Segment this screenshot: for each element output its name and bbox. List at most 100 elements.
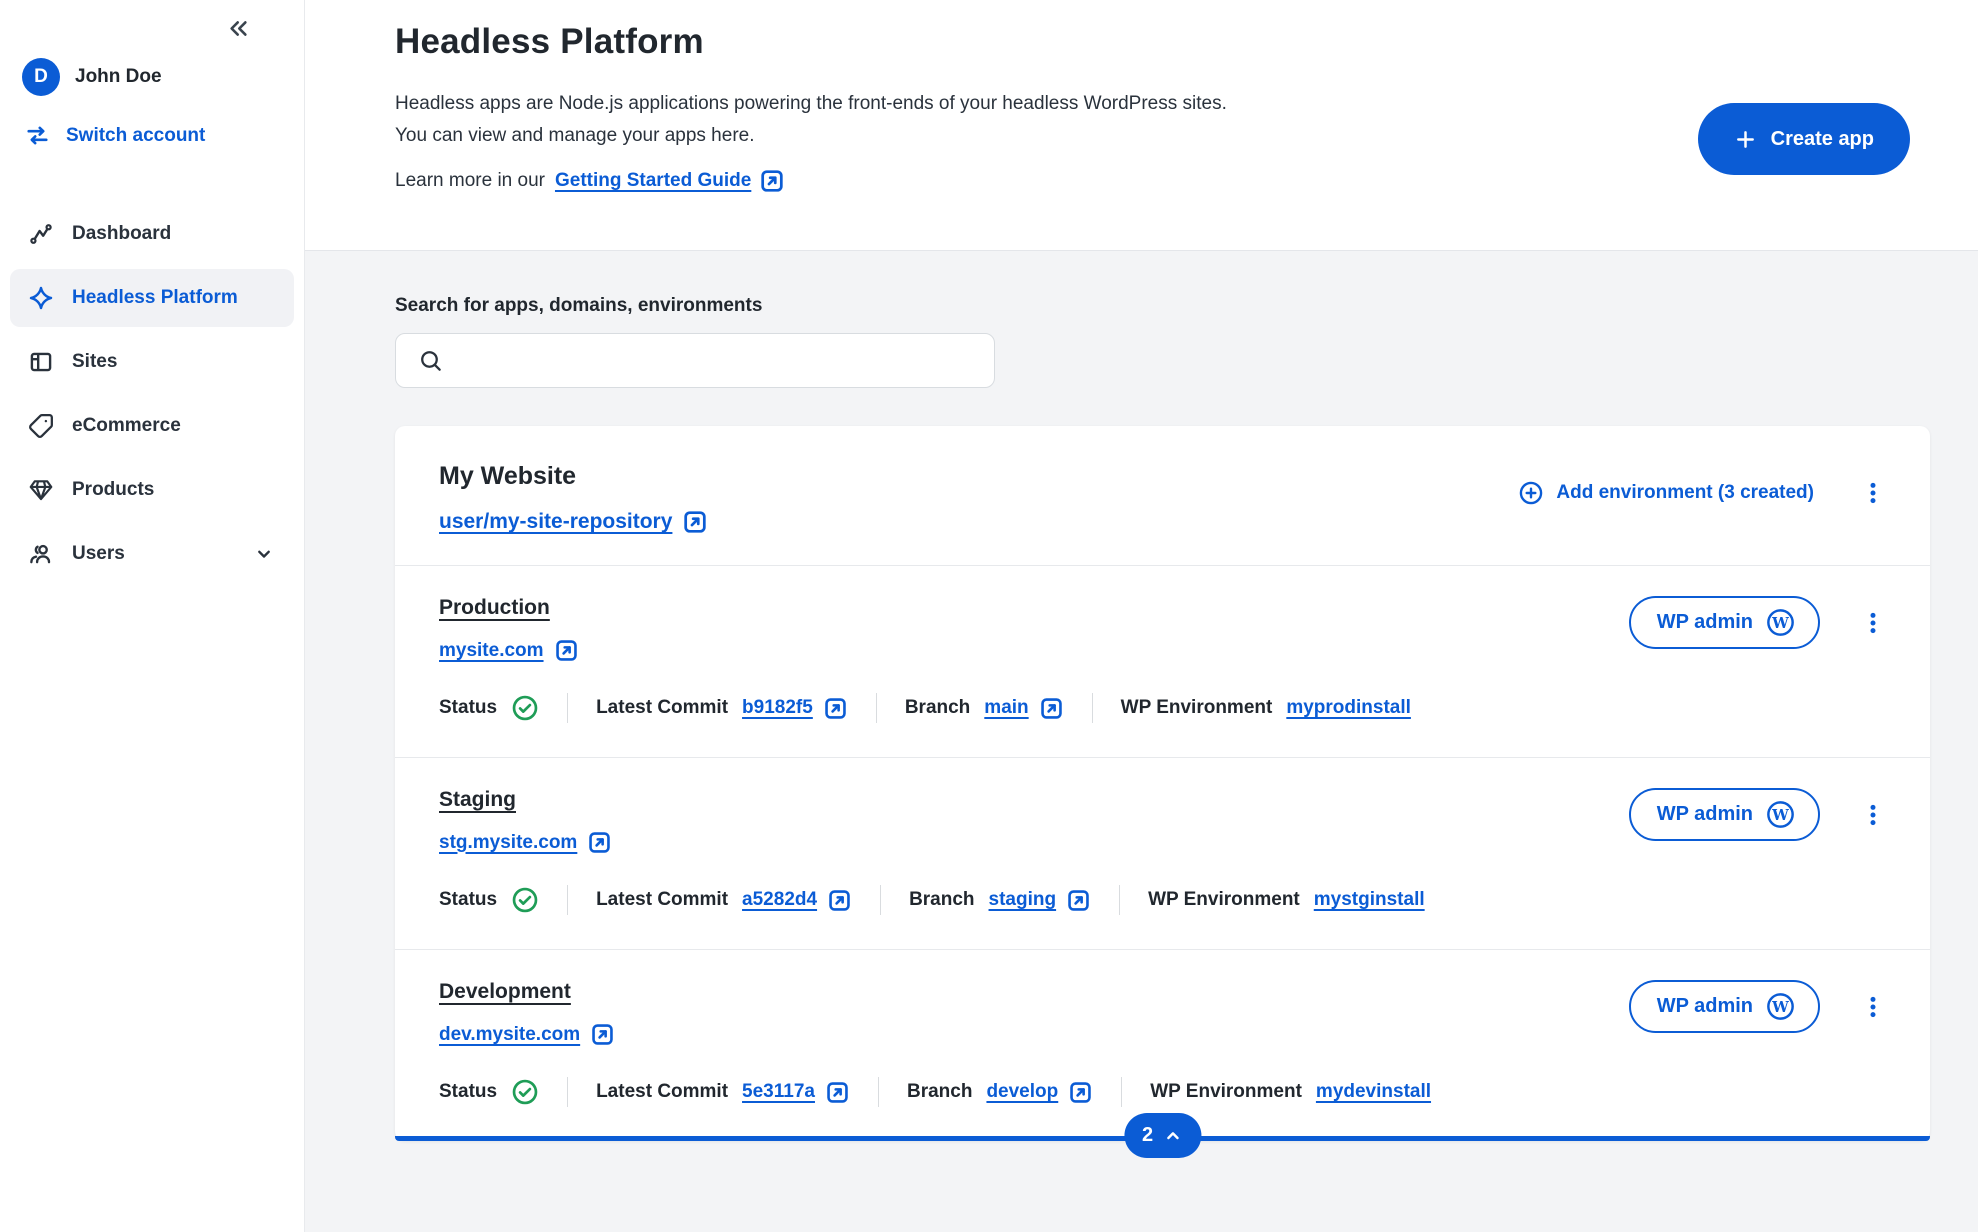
divider	[1119, 885, 1120, 915]
environment-domain-link[interactable]: stg.mysite.com	[439, 830, 612, 855]
user-row: D John Doe	[0, 48, 304, 96]
sidebar-item-dashboard[interactable]: Dashboard	[10, 205, 294, 263]
wp-environment-link[interactable]: mystginstall	[1314, 889, 1425, 911]
branch-link[interactable]: develop	[986, 1080, 1093, 1105]
price-tag-icon	[28, 413, 54, 439]
sidebar-item-label: Products	[72, 479, 154, 501]
wp-admin-button[interactable]: WP admin	[1629, 788, 1820, 841]
environment-row-production: Production mysite.com WP admin	[395, 565, 1930, 757]
sidebar-item-products[interactable]: Products	[10, 461, 294, 519]
sites-icon	[28, 349, 54, 375]
environment-domain-link[interactable]: dev.mysite.com	[439, 1022, 615, 1047]
sidebar-item-label: eCommerce	[72, 415, 181, 437]
external-link-icon	[1066, 888, 1091, 913]
wp-environment-link[interactable]: mydevinstall	[1316, 1081, 1431, 1103]
commit-link[interactable]: a5282d4	[742, 888, 852, 913]
external-link-icon	[1068, 1080, 1093, 1105]
collapse-environments-button[interactable]: 2	[1124, 1113, 1201, 1158]
divider	[878, 1077, 879, 1107]
commit-link[interactable]: b9182f5	[742, 696, 848, 721]
add-environment-label: Add environment (3 created)	[1556, 482, 1814, 504]
wordpress-icon	[1765, 799, 1796, 830]
add-environment-link[interactable]: Add environment (3 created)	[1518, 480, 1814, 506]
switch-account-link[interactable]: Switch account	[0, 96, 304, 149]
external-link-icon	[1039, 696, 1064, 721]
external-link-icon	[682, 509, 708, 535]
sidebar-item-users[interactable]: Users	[10, 525, 294, 583]
environment-menu-button[interactable]	[1856, 798, 1890, 832]
page-title: Headless Platform	[395, 22, 1910, 62]
wp-admin-button[interactable]: WP admin	[1629, 980, 1820, 1033]
app-card: My Website user/my-site-repository Add e…	[395, 426, 1930, 1141]
getting-started-guide-label: Getting Started Guide	[555, 170, 751, 192]
main-content: Headless Platform Headless apps are Node…	[305, 0, 1978, 1232]
divider	[1121, 1077, 1122, 1107]
gem-icon	[28, 477, 54, 503]
search-input[interactable]	[458, 350, 976, 372]
branch-label: Branch	[905, 697, 970, 719]
external-link-icon	[825, 1080, 850, 1105]
commit-hash: a5282d4	[742, 889, 817, 911]
repository-label: user/my-site-repository	[439, 510, 672, 534]
wp-admin-label: WP admin	[1657, 803, 1753, 826]
environment-domain-label: stg.mysite.com	[439, 832, 577, 854]
divider	[876, 693, 877, 723]
environment-collapse-count: 2	[1142, 1124, 1153, 1147]
commit-hash: b9182f5	[742, 697, 813, 719]
wp-admin-button[interactable]: WP admin	[1629, 596, 1820, 649]
environment-menu-button[interactable]	[1856, 990, 1890, 1024]
check-circle-icon	[511, 886, 539, 914]
divider	[567, 693, 568, 723]
branch-link[interactable]: staging	[989, 888, 1092, 913]
environment-name-link[interactable]: Staging	[439, 788, 516, 811]
branch-label: Branch	[907, 1081, 972, 1103]
sidebar: D John Doe Switch account Dashboard Head…	[0, 0, 305, 1232]
wp-environment-label: WP Environment	[1121, 697, 1273, 719]
latest-commit-label: Latest Commit	[596, 1081, 728, 1103]
check-circle-icon	[511, 694, 539, 722]
latest-commit-label: Latest Commit	[596, 697, 728, 719]
commit-link[interactable]: 5e3117a	[742, 1080, 850, 1105]
kebab-icon	[1860, 994, 1886, 1020]
kebab-icon	[1860, 802, 1886, 828]
external-link-icon	[554, 638, 579, 663]
sidebar-item-sites[interactable]: Sites	[10, 333, 294, 391]
repository-link[interactable]: user/my-site-repository	[439, 509, 708, 535]
create-app-label: Create app	[1771, 128, 1874, 151]
getting-started-guide-link[interactable]: Getting Started Guide	[555, 168, 785, 194]
status-label: Status	[439, 697, 497, 719]
environment-menu-button[interactable]	[1856, 606, 1890, 640]
chevrons-left-icon	[225, 15, 252, 42]
description-line-1: Headless apps are Node.js applications p…	[395, 93, 1227, 114]
branch-link[interactable]: main	[984, 696, 1063, 721]
kebab-icon	[1860, 610, 1886, 636]
divider	[567, 1077, 568, 1107]
sidebar-item-label: Dashboard	[72, 223, 171, 245]
environment-name-link[interactable]: Development	[439, 980, 571, 1003]
sidebar-item-headless-platform[interactable]: Headless Platform	[10, 269, 294, 327]
search-icon	[418, 348, 444, 374]
sidebar-item-ecommerce[interactable]: eCommerce	[10, 397, 294, 455]
wp-environment-label: WP Environment	[1148, 889, 1300, 911]
avatar[interactable]: D	[22, 58, 60, 96]
search-box[interactable]	[395, 333, 995, 388]
divider	[1092, 693, 1093, 723]
status-label: Status	[439, 889, 497, 911]
commit-hash: 5e3117a	[742, 1081, 815, 1103]
external-link-icon	[827, 888, 852, 913]
switch-account-label: Switch account	[66, 125, 205, 147]
divider	[880, 885, 881, 915]
environment-name-link[interactable]: Production	[439, 596, 550, 619]
plus-circle-icon	[1518, 480, 1544, 506]
environment-domain-link[interactable]: mysite.com	[439, 638, 579, 663]
sidebar-collapse-button[interactable]	[225, 15, 252, 42]
wp-environment-link[interactable]: myprodinstall	[1286, 697, 1411, 719]
branch-name: develop	[986, 1081, 1058, 1103]
switch-account-icon	[24, 122, 51, 149]
app-name: My Website	[439, 462, 708, 491]
environment-domain-label: mysite.com	[439, 640, 544, 662]
branch-name: staging	[989, 889, 1057, 911]
kebab-icon	[1860, 480, 1886, 506]
create-app-button[interactable]: Create app	[1698, 103, 1910, 175]
app-menu-button[interactable]	[1856, 476, 1890, 510]
